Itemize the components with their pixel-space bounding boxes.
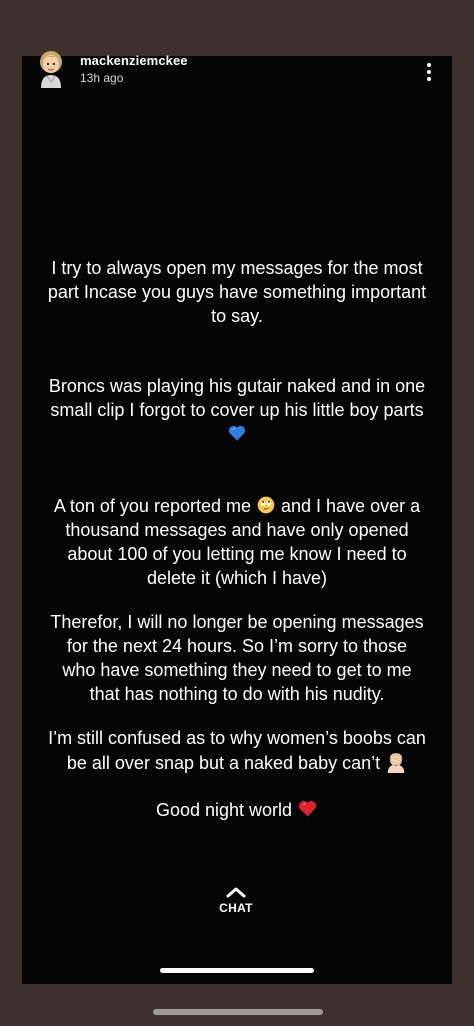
story-text-line: to say. [211,306,263,326]
red-heart-emoji [299,801,317,817]
chat-button[interactable]: CHAT [206,884,266,916]
chevron-up-icon [226,887,246,898]
menu-dot [427,70,431,74]
rolling-eyes-emoji [257,496,275,514]
story-text-line: who have something they need to get to m… [62,660,412,680]
blue-heart-emoji [228,426,246,441]
story-text-line: I’m still confused as to why women’s boo… [48,728,426,748]
story-text-line: thousand messages and have only opened [65,520,409,540]
story-text-line [22,421,452,444]
story-text-line: that has nothing to do with his nudity. [89,684,385,704]
menu-dot [427,63,431,67]
story-text-line: small clip I forgot to cover up his litt… [50,400,424,420]
chat-label: CHAT [219,901,253,915]
story-text-segment: and I have over a [276,496,421,516]
story-text-line: Good night world [22,798,452,822]
story-text-segment: be all over snap but a naked baby can’t [66,753,386,773]
story-text-segment: A ton of you reported me [53,496,256,516]
story-header: mackenziemckee 13h ago [22,50,417,90]
story-text-segment: Good night world [155,800,298,820]
home-indicator-outer [153,1009,323,1015]
more-options-icon[interactable] [419,60,439,84]
story-text-line: I try to always open my messages for the… [51,258,423,278]
woman-facepalming-emoji [387,753,405,773]
story-text-line: A ton of you reported me and I have over… [22,495,452,518]
home-indicator[interactable] [160,968,314,973]
story-text-line: be all over snap but a naked baby can’t [22,751,452,775]
story-text-line: delete it (which I have) [146,568,328,588]
timestamp: 13h ago [80,71,124,85]
menu-dot [427,77,431,81]
username[interactable]: mackenziemckee [80,53,188,68]
story-text-line: about 100 of you letting me know I need … [67,544,407,564]
avatar[interactable] [36,50,66,88]
story-text-line: for the next 24 hours. So I’m sorry to t… [66,636,408,656]
story-text-line: Therefor, I will no longer be opening me… [50,612,424,632]
story-text-line: Broncs was playing his gutair naked and … [48,376,426,396]
story-text-line: part Incase you guys have something impo… [47,282,427,302]
